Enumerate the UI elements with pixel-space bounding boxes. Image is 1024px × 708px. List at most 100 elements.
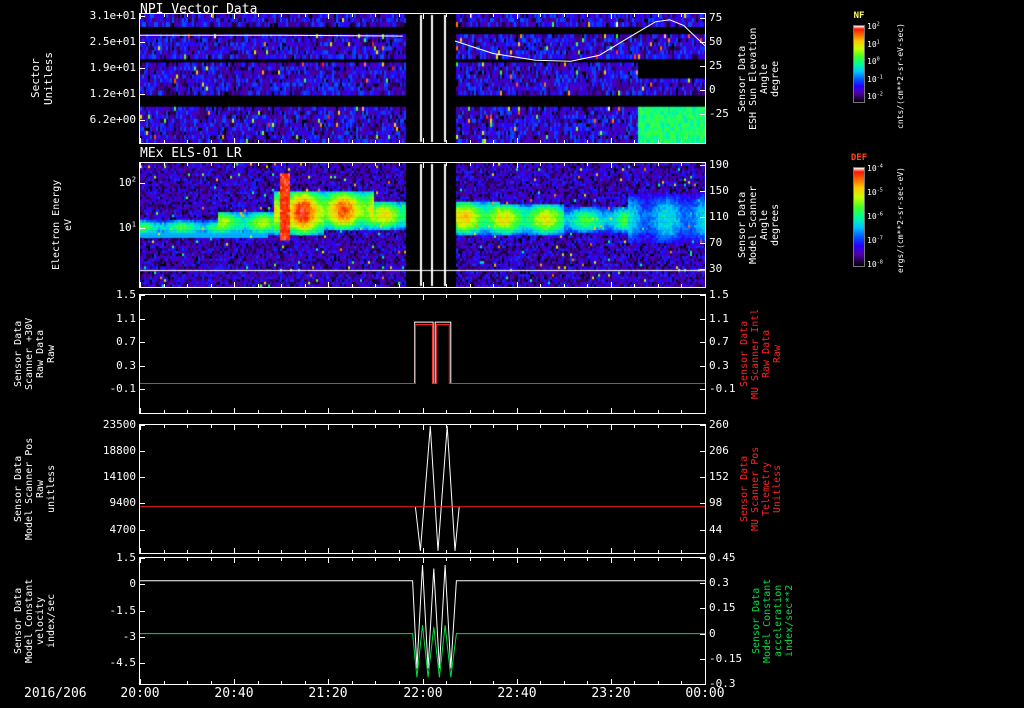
x-major-tick (517, 138, 518, 143)
x-minor-tick (305, 295, 306, 298)
x-major-tick (423, 163, 424, 168)
colorbar-nf (853, 25, 865, 103)
x-major-tick (140, 138, 141, 143)
x-minor-tick (399, 14, 400, 17)
x-major-tick (517, 282, 518, 287)
x-minor-tick (634, 284, 635, 287)
y-tick-mark-right (700, 451, 705, 452)
x-minor-tick (164, 284, 165, 287)
x-minor-tick (564, 14, 565, 17)
x-major-tick (517, 14, 518, 19)
x-major-tick (234, 425, 235, 430)
x-major-tick (234, 163, 235, 168)
x-minor-tick (587, 410, 588, 413)
y-tick-mark-left (140, 120, 145, 121)
panel-title-els: MEx ELS-01 LR (140, 146, 242, 161)
x-minor-tick (587, 140, 588, 143)
y-tick-label-right: 0.45 (709, 551, 736, 564)
y-tick-mark-left (140, 183, 145, 184)
x-major-tick (705, 163, 706, 168)
x-minor-tick (258, 558, 259, 561)
x-major-tick (705, 14, 706, 19)
x-major-tick (611, 408, 612, 413)
y-tick-mark-left (140, 389, 145, 390)
y-tick-mark-right (700, 114, 705, 115)
x-minor-tick (305, 410, 306, 413)
x-minor-tick (281, 550, 282, 553)
right-axis-label: degree (770, 60, 781, 97)
x-minor-tick (399, 425, 400, 428)
x-minor-tick (352, 295, 353, 298)
y-tick-mark-right (700, 295, 705, 296)
x-major-tick (517, 425, 518, 430)
x-minor-tick (258, 295, 259, 298)
x-minor-tick (305, 425, 306, 428)
x-major-tick (705, 679, 706, 684)
x-major-tick (705, 408, 706, 413)
right-axis-label: Raw (772, 344, 783, 364)
x-minor-tick (399, 295, 400, 298)
x-major-tick (328, 14, 329, 19)
x-tick-label: 20:00 (120, 686, 160, 701)
series-scanner-plus-30v-raw (140, 321, 705, 384)
x-minor-tick (540, 295, 541, 298)
x-minor-tick (258, 410, 259, 413)
y-tick-mark-right (700, 342, 705, 343)
right-axis-label: index/sec**2 (784, 584, 795, 658)
y-tick-mark-left (140, 451, 145, 452)
x-minor-tick (164, 681, 165, 684)
x-major-tick (611, 558, 612, 563)
x-minor-tick (281, 163, 282, 166)
x-minor-tick (187, 140, 188, 143)
x-minor-tick (258, 284, 259, 287)
x-major-tick (517, 163, 518, 168)
x-minor-tick (540, 14, 541, 17)
x-minor-tick (540, 284, 541, 287)
y-tick-mark-right (700, 634, 705, 635)
x-tick-label: 21:20 (308, 686, 348, 701)
y-tick-mark-right (700, 583, 705, 584)
scanner-pos-line-plot (140, 426, 705, 551)
y-tick-mark-left (140, 68, 145, 69)
y-tick-mark-left (140, 558, 145, 559)
x-major-tick (611, 679, 612, 684)
x-minor-tick (446, 681, 447, 684)
x-minor-tick (211, 425, 212, 428)
y-tick-mark-right (700, 243, 705, 244)
x-major-tick (328, 679, 329, 684)
model-constant-line-plot (140, 564, 705, 678)
x-minor-tick (564, 140, 565, 143)
x-minor-tick (375, 284, 376, 287)
series-sun-elevation-angle (454, 19, 706, 62)
right-axis-label: Unitless (772, 464, 783, 514)
x-major-tick (611, 295, 612, 300)
x-minor-tick (658, 284, 659, 287)
x-minor-tick (211, 558, 212, 561)
x-minor-tick (281, 295, 282, 298)
x-minor-tick (634, 425, 635, 428)
series-sun-elevation-angle (140, 34, 403, 37)
x-minor-tick (305, 140, 306, 143)
x-minor-tick (681, 14, 682, 17)
x-major-tick (611, 548, 612, 553)
x-major-tick (140, 163, 141, 168)
x-major-tick (328, 295, 329, 300)
y-tick-mark-right (700, 66, 705, 67)
colorbar-def (853, 167, 865, 267)
x-major-tick (705, 548, 706, 553)
x-major-tick (140, 282, 141, 287)
x-minor-tick (187, 550, 188, 553)
y-tick-mark-left (140, 477, 145, 478)
x-minor-tick (211, 295, 212, 298)
x-minor-tick (564, 163, 565, 166)
x-major-tick (705, 282, 706, 287)
x-major-tick (705, 425, 706, 430)
y-tick-mark-right (700, 659, 705, 660)
x-minor-tick (375, 163, 376, 166)
x-major-tick (517, 295, 518, 300)
x-major-tick (328, 138, 329, 143)
x-major-tick (328, 408, 329, 413)
x-minor-tick (540, 425, 541, 428)
x-minor-tick (587, 284, 588, 287)
x-minor-tick (211, 410, 212, 413)
